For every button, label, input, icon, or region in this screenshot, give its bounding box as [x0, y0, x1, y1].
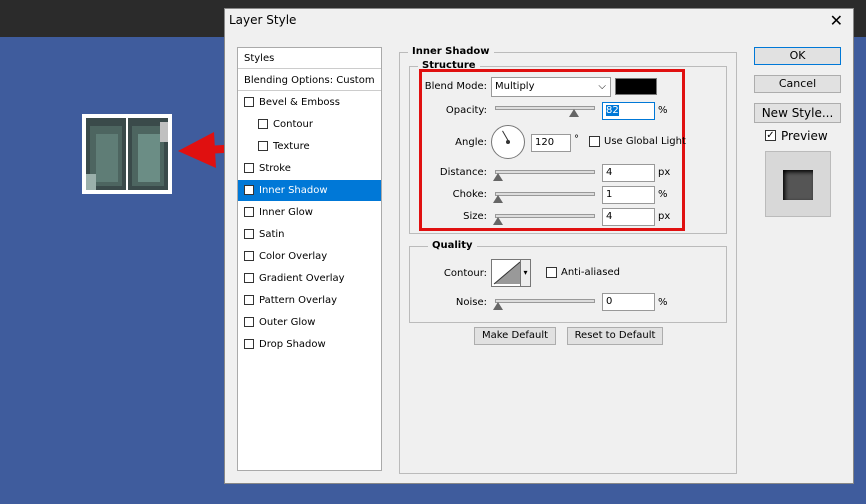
angle-input[interactable]: 120	[531, 134, 571, 152]
style-item-label: Outer Glow	[259, 317, 316, 328]
angle-label: Angle:	[455, 137, 487, 148]
size-input[interactable]: 4	[602, 208, 655, 226]
anti-aliased-checkbox[interactable]	[546, 267, 557, 278]
style-item-gradient-overlay[interactable]: Gradient Overlay	[238, 268, 381, 289]
choke-slider-thumb[interactable]	[493, 195, 503, 203]
style-item-label: Satin	[259, 229, 285, 240]
noise-slider-thumb[interactable]	[493, 302, 503, 310]
style-item-drop-shadow[interactable]: Drop Shadow	[238, 334, 381, 355]
distance-slider[interactable]	[495, 170, 595, 174]
drop-shadow-checkbox[interactable]	[244, 339, 254, 349]
stroke-checkbox[interactable]	[244, 163, 254, 173]
blend-mode-label: Blend Mode:	[424, 81, 487, 92]
size-slider[interactable]	[495, 214, 595, 218]
choke-unit: %	[658, 189, 668, 200]
color-overlay-checkbox[interactable]	[244, 251, 254, 261]
styles-list: Styles Blending Options: Custom Bevel & …	[237, 47, 382, 471]
blend-mode-value: Multiply	[495, 81, 535, 92]
contour-picker[interactable]: ▾	[491, 259, 531, 287]
style-item-bevel-emboss[interactable]: Bevel & Emboss	[238, 92, 381, 113]
preview-checkbox[interactable]: ✓	[765, 130, 776, 141]
outer-glow-checkbox[interactable]	[244, 317, 254, 327]
style-item-inner-shadow[interactable]: ✓ Inner Shadow	[238, 180, 381, 201]
distance-input[interactable]: 4	[602, 164, 655, 182]
contour-curve-icon	[493, 261, 521, 285]
chevron-down-icon: ⌵	[598, 81, 606, 92]
opacity-slider[interactable]	[495, 106, 595, 110]
contour-checkbox[interactable]	[258, 119, 268, 129]
reset-to-default-button[interactable]: Reset to Default	[567, 327, 663, 345]
style-item-label: Gradient Overlay	[259, 273, 345, 284]
style-item-label: Stroke	[259, 163, 291, 174]
style-item-label: Inner Shadow	[259, 185, 328, 196]
style-item-label: Contour	[273, 119, 313, 130]
style-preview	[765, 151, 831, 217]
style-item-pattern-overlay[interactable]: Pattern Overlay	[238, 290, 381, 311]
style-item-contour[interactable]: Contour	[238, 114, 381, 135]
cancel-button[interactable]: Cancel	[754, 75, 841, 93]
opacity-label: Opacity:	[445, 105, 487, 116]
style-item-label: Drop Shadow	[259, 339, 326, 350]
make-default-button[interactable]: Make Default	[474, 327, 556, 345]
distance-label: Distance:	[439, 167, 487, 178]
use-global-light-checkbox[interactable]	[589, 136, 600, 147]
choke-label: Choke:	[452, 189, 487, 200]
noise-slider[interactable]	[495, 299, 595, 303]
layer-style-dialog: Layer Style ✕ Styles Blending Options: C…	[224, 8, 854, 484]
style-preview-square	[783, 170, 813, 200]
satin-checkbox[interactable]	[244, 229, 254, 239]
opacity-value: 82	[606, 105, 619, 116]
distance-unit: px	[658, 167, 671, 178]
quality-group: Quality	[409, 240, 727, 323]
choke-input[interactable]: 1	[602, 186, 655, 204]
blending-options-item[interactable]: Blending Options: Custom	[238, 70, 381, 91]
style-item-texture[interactable]: Texture	[238, 136, 381, 157]
style-item-satin[interactable]: Satin	[238, 224, 381, 245]
opacity-slider-thumb[interactable]	[569, 109, 579, 117]
contour-label: Contour:	[443, 268, 487, 279]
blend-mode-select[interactable]: Multiply ⌵	[491, 77, 611, 97]
texture-checkbox[interactable]	[258, 141, 268, 151]
size-unit: px	[658, 211, 671, 222]
angle-dial[interactable]	[491, 125, 525, 159]
choke-slider[interactable]	[495, 192, 595, 196]
style-item-stroke[interactable]: Stroke	[238, 158, 381, 179]
size-label: Size:	[463, 211, 487, 222]
inner-shadow-checkbox[interactable]: ✓	[244, 185, 254, 195]
pattern-overlay-checkbox[interactable]	[244, 295, 254, 305]
shadow-color-swatch[interactable]	[615, 78, 657, 95]
distance-slider-thumb[interactable]	[493, 173, 503, 181]
style-item-label: Inner Glow	[259, 207, 313, 218]
close-icon[interactable]: ✕	[830, 11, 843, 30]
canvas-thumbnail	[82, 114, 172, 194]
angle-unit: °	[574, 134, 579, 145]
dialog-title: Layer Style	[229, 13, 297, 27]
bevel-emboss-checkbox[interactable]	[244, 97, 254, 107]
angle-center-dot	[506, 140, 510, 144]
quality-title: Quality	[428, 240, 477, 251]
new-style-button[interactable]: New Style...	[754, 103, 841, 123]
ok-button[interactable]: OK	[754, 47, 841, 65]
style-item-inner-glow[interactable]: Inner Glow	[238, 202, 381, 223]
style-item-label: Bevel & Emboss	[259, 97, 340, 108]
opacity-unit: %	[658, 105, 668, 116]
opacity-input[interactable]: 82	[602, 102, 655, 120]
gradient-overlay-checkbox[interactable]	[244, 273, 254, 283]
inner-glow-checkbox[interactable]	[244, 207, 254, 217]
noise-unit: %	[658, 297, 668, 308]
style-item-label: Pattern Overlay	[259, 295, 338, 306]
size-slider-thumb[interactable]	[493, 217, 503, 225]
noise-label: Noise:	[455, 297, 487, 308]
inner-shadow-title: Inner Shadow	[408, 46, 494, 57]
styles-header[interactable]: Styles	[238, 48, 381, 69]
style-item-color-overlay[interactable]: Color Overlay	[238, 246, 381, 267]
noise-input[interactable]: 0	[602, 293, 655, 311]
anti-aliased-label: Anti-aliased	[561, 267, 621, 278]
style-item-label: Color Overlay	[259, 251, 328, 262]
style-item-outer-glow[interactable]: Outer Glow	[238, 312, 381, 333]
use-global-light-label: Use Global Light	[604, 136, 686, 147]
preview-label: Preview	[781, 129, 828, 143]
chevron-down-icon[interactable]: ▾	[520, 260, 530, 286]
style-item-label: Texture	[273, 141, 310, 152]
